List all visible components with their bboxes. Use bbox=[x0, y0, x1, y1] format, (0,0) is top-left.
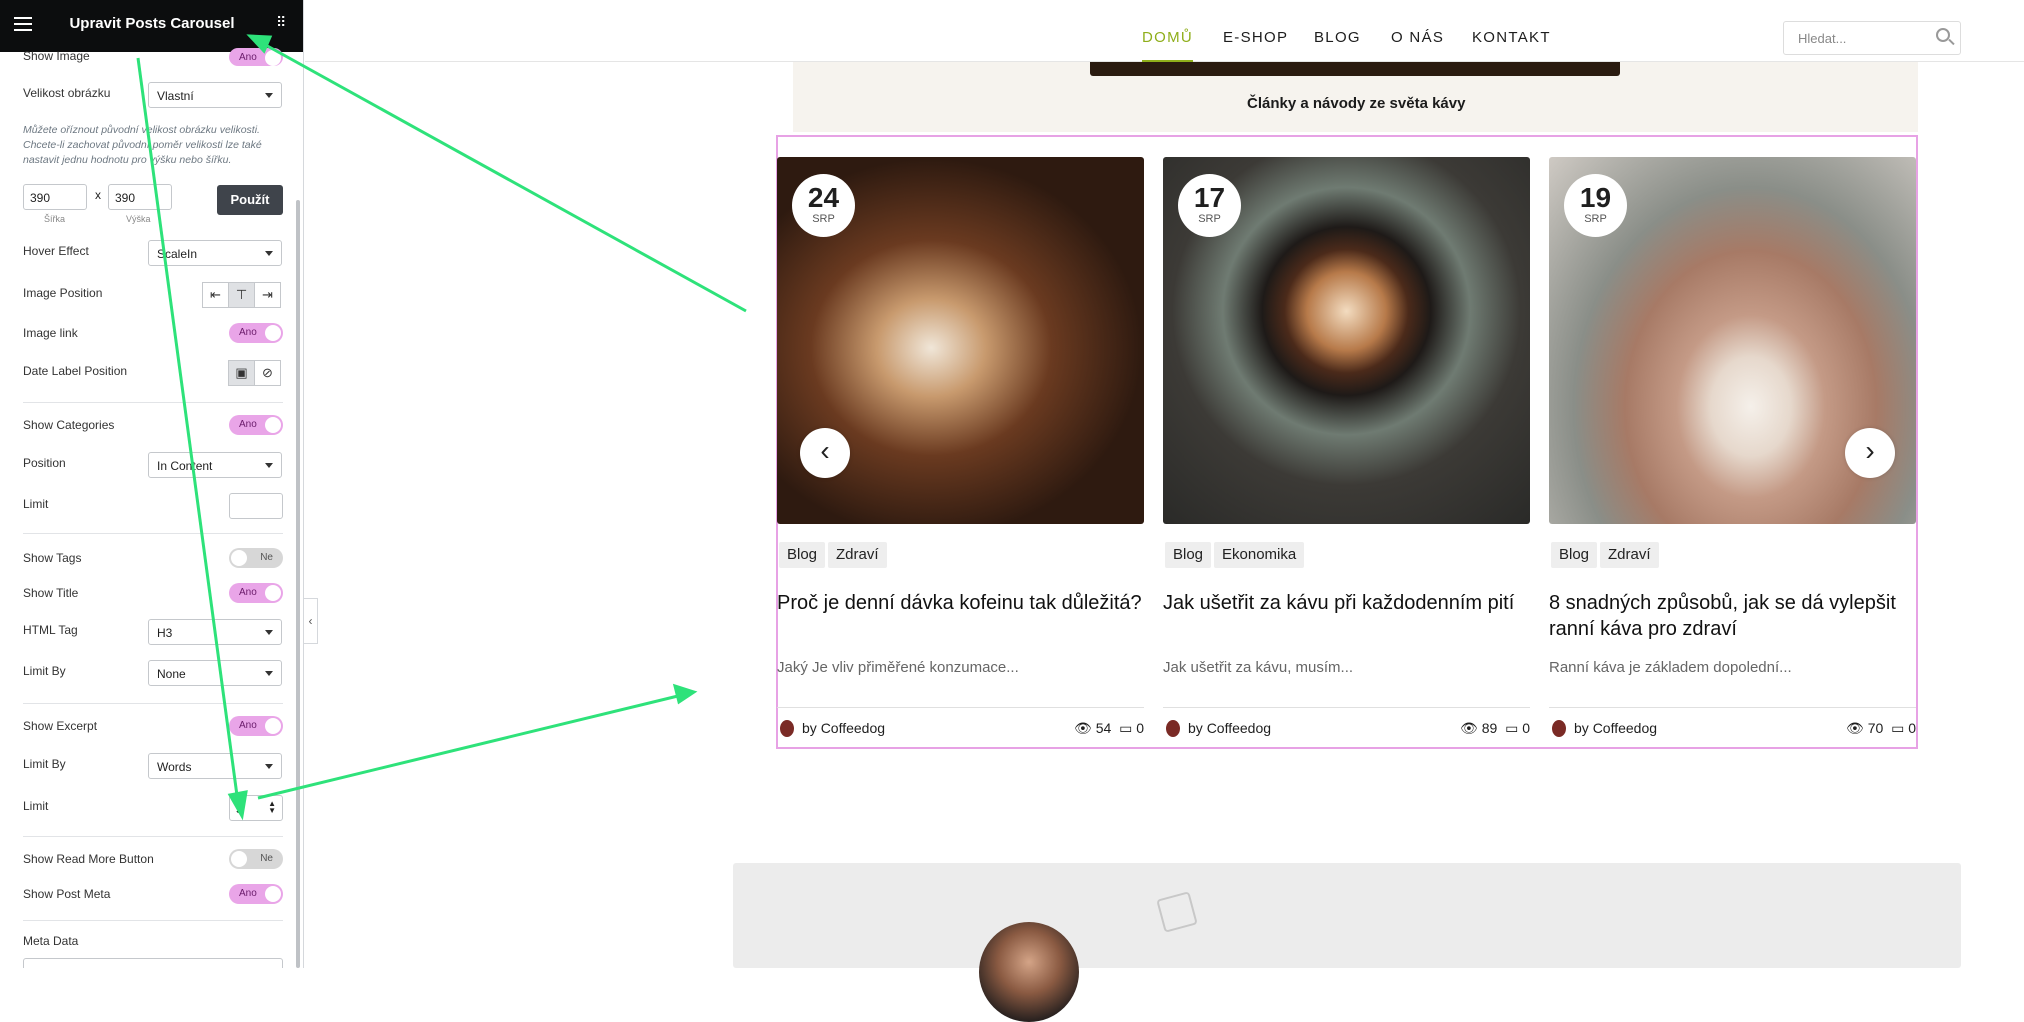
annotation-arrow bbox=[257, 693, 683, 800]
arrowhead bbox=[672, 683, 698, 705]
annotation-arrow bbox=[136, 57, 240, 804]
arrowhead bbox=[227, 790, 248, 821]
annotation-arrows bbox=[136, 34, 747, 821]
arrowhead bbox=[246, 34, 273, 54]
annotation-arrow bbox=[261, 41, 747, 313]
